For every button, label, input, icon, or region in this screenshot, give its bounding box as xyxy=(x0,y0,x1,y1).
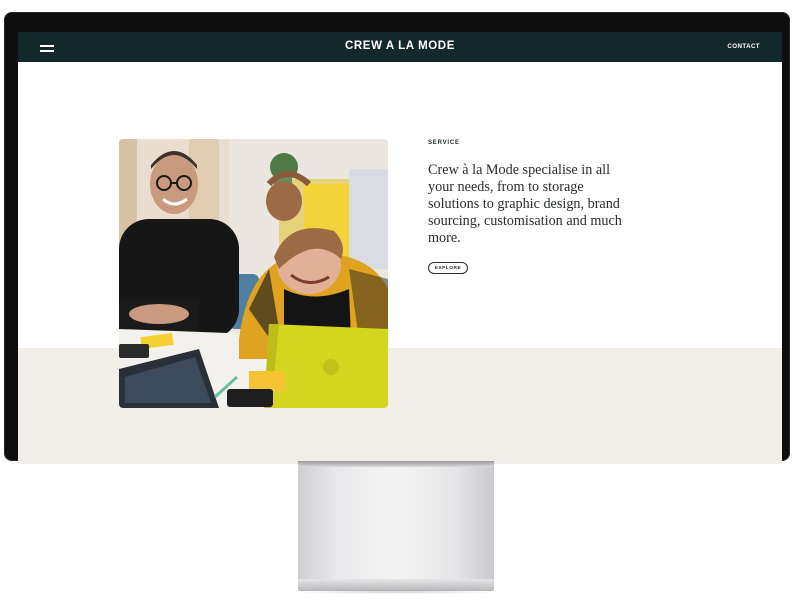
contact-link[interactable]: CONTACT xyxy=(727,43,760,50)
explore-button[interactable]: EXPLORE xyxy=(428,262,468,274)
brand-title[interactable]: CREW A LA MODE xyxy=(18,40,782,52)
top-navigation-bar: CREW A LA MODE CONTACT xyxy=(18,32,782,62)
team-photo xyxy=(119,139,388,408)
website-screen: CREW A LA MODE CONTACT SERVICE Crew à la… xyxy=(18,32,782,464)
monitor-frame: CREW A LA MODE CONTACT SERVICE Crew à la… xyxy=(4,12,790,464)
service-headline: Crew à la Mode specialise in all your ne… xyxy=(428,162,622,246)
stand-shadow xyxy=(290,590,502,594)
product-mockup: CREW A LA MODE CONTACT SERVICE Crew à la… xyxy=(0,0,800,603)
section-label: SERVICE xyxy=(428,140,460,146)
stand-hinge xyxy=(298,461,494,467)
monitor-stand xyxy=(298,461,494,579)
